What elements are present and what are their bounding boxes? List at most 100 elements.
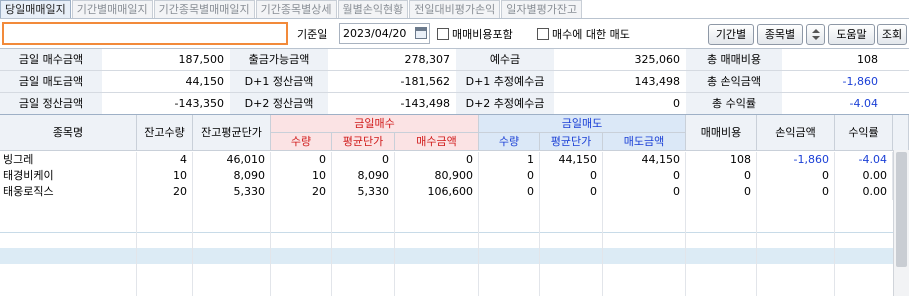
header-rate[interactable]: 수익률 <box>835 115 893 151</box>
cell-balance-avg: 5,330 <box>193 184 271 200</box>
account-input[interactable] <box>2 22 288 45</box>
cell-buy-qty: 0 <box>271 152 332 168</box>
header-buy-avg[interactable]: 평균단가 <box>332 133 395 151</box>
header-sell-avg[interactable]: 평균단가 <box>540 133 603 151</box>
cell-buy-amount: 0 <box>395 152 479 168</box>
cell-sell-amount: 0 <box>603 184 686 200</box>
tab-daily-journal[interactable]: 당일매매일지 <box>0 0 71 18</box>
header-balance-avg[interactable]: 잔고평균단가 <box>193 115 271 151</box>
header-sell-qty[interactable]: 수량 <box>479 133 540 151</box>
cell-buy-avg: 0 <box>332 152 395 168</box>
cell-balance-qty: 4 <box>137 152 193 168</box>
chevron-down-icon <box>812 36 820 40</box>
cell-stock-name: 빙그레 <box>0 152 137 168</box>
cell-sell-avg: 0 <box>540 184 603 200</box>
summary-value: 44,150 <box>103 71 229 92</box>
summary-label: D+1 추정예수금 <box>456 71 554 92</box>
header-buy-group: 금일매수 <box>271 115 479 133</box>
period-button[interactable]: 기간별 <box>708 24 754 45</box>
summary-label: 금일 매도금액 <box>0 71 102 92</box>
buy-sell-label: 매수에 대한 매도 <box>552 28 630 41</box>
cell-fee: 0 <box>686 184 757 200</box>
summary-label: 금일 정산금액 <box>0 93 102 114</box>
column-divider <box>192 200 193 296</box>
empty-row <box>0 280 893 296</box>
cell-sell-qty: 0 <box>479 184 540 200</box>
chevron-up-icon <box>812 29 820 33</box>
table-row[interactable]: 태웅로직스 20 5,330 20 5,330 106,600 0 0 0 0 … <box>0 184 893 200</box>
header-sell-amount[interactable]: 매도금액 <box>603 133 686 151</box>
summary-label: 총 매매비용 <box>686 49 782 70</box>
header-fee[interactable]: 매매비용 <box>686 115 757 151</box>
summary-value: 108 <box>783 49 883 70</box>
checkbox-box[interactable] <box>537 28 549 40</box>
summary-value: 325,060 <box>555 49 685 70</box>
tab-period-stock-journal[interactable]: 기간종목별매매일지 <box>153 0 255 18</box>
cell-buy-amount: 80,900 <box>395 168 479 184</box>
summary-label: 예수금 <box>456 49 554 70</box>
column-divider <box>478 200 479 296</box>
spinner-button[interactable] <box>806 24 825 45</box>
cell-balance-avg: 8,090 <box>193 168 271 184</box>
summary-label: D+1 정산금액 <box>230 71 328 92</box>
summary-label: 금일 매수금액 <box>0 49 102 70</box>
summary-panel: 금일 매수금액 187,500 출금가능금액 278,307 예수금 325,0… <box>0 48 909 115</box>
table-row[interactable]: 태경비케이 10 8,090 10 8,090 80,900 0 0 0 0 0… <box>0 168 893 184</box>
tab-period-journal[interactable]: 기간별매매일지 <box>71 0 153 18</box>
cell-pnl: -1,860 <box>757 152 835 168</box>
column-divider <box>539 200 540 296</box>
column-divider <box>756 200 757 296</box>
cell-buy-amount: 106,600 <box>395 184 479 200</box>
empty-row <box>0 200 893 216</box>
cell-sell-avg: 0 <box>540 168 603 184</box>
column-divider <box>685 200 686 296</box>
cell-pnl: 0 <box>757 168 835 184</box>
header-pnl[interactable]: 손익금액 <box>757 115 835 151</box>
summary-value: -1,860 <box>783 71 883 92</box>
cell-fee: 108 <box>686 152 757 168</box>
cell-stock-name: 태웅로직스 <box>0 184 137 200</box>
header-stock-name[interactable]: 종목명 <box>0 115 137 151</box>
vertical-scrollbar[interactable] <box>893 150 909 296</box>
include-fee-checkbox[interactable]: 매매비용포함 <box>437 26 513 42</box>
cell-balance-avg: 46,010 <box>193 152 271 168</box>
help-button[interactable]: 도움말 <box>828 24 875 45</box>
cell-sell-avg: 44,150 <box>540 152 603 168</box>
tab-prev-day-pnl[interactable]: 전일대비평가손익 <box>409 0 501 18</box>
header-balance-qty[interactable]: 잔고수량 <box>137 115 193 151</box>
header-buy-amount[interactable]: 매수금액 <box>395 133 479 151</box>
summary-value: 143,498 <box>555 71 685 92</box>
summary-value: -181,562 <box>329 71 455 92</box>
column-divider <box>394 200 395 296</box>
buy-sell-checkbox[interactable]: 매수에 대한 매도 <box>537 26 630 42</box>
cell-rate: 0.00 <box>835 184 893 200</box>
checkbox-box[interactable] <box>437 28 449 40</box>
tab-period-stock-detail[interactable]: 기간종목별상세 <box>255 0 337 18</box>
stock-button[interactable]: 종목별 <box>757 24 803 45</box>
tab-daily-balance[interactable]: 일자별평가잔고 <box>501 0 583 18</box>
table-row[interactable]: 빙그레 4 46,010 0 0 0 1 44,150 44,150 108 -… <box>0 152 893 168</box>
header-buy-qty[interactable]: 수량 <box>271 133 332 151</box>
summary-value: -143,350 <box>103 93 229 114</box>
calendar-icon[interactable] <box>415 27 427 39</box>
cell-sell-qty: 1 <box>479 152 540 168</box>
scrollbar-thumb[interactable] <box>896 152 907 267</box>
tab-bar: 당일매매일지 기간별매매일지 기간종목별매매일지 기간종목별상세 월별손익현황 … <box>0 0 909 19</box>
header-corner <box>893 115 909 151</box>
cell-buy-avg: 5,330 <box>332 184 395 200</box>
cell-balance-qty: 20 <box>137 184 193 200</box>
tab-monthly-pnl[interactable]: 월별손익현황 <box>337 0 409 18</box>
toolbar: 기준일 2023/04/20 매매비용포함 매수에 대한 매도 기간별 종목별 … <box>0 21 909 47</box>
base-date-value: 2023/04/20 <box>343 27 407 40</box>
empty-row <box>0 216 893 232</box>
base-date-label: 기준일 <box>297 28 328 41</box>
query-button[interactable]: 조회 <box>877 24 907 45</box>
empty-row <box>0 264 893 280</box>
empty-row <box>0 232 893 248</box>
summary-label: 총 손익금액 <box>686 71 782 92</box>
base-date-field[interactable]: 2023/04/20 <box>339 23 430 44</box>
summary-label: 출금가능금액 <box>230 49 328 70</box>
summary-value: 187,500 <box>103 49 229 70</box>
empty-row <box>0 248 893 264</box>
summary-label: D+2 추정예수금 <box>456 93 554 114</box>
